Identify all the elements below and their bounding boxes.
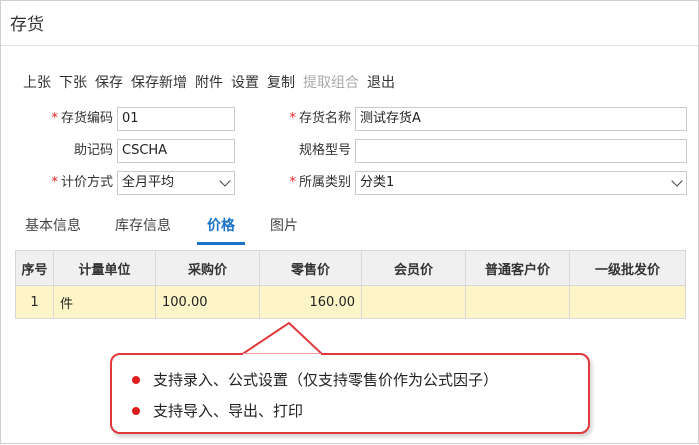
attachment-button[interactable]: 附件 xyxy=(195,72,223,94)
pricing-method-label-text: 计价方式 xyxy=(60,175,113,190)
category-label: * 所属类别 xyxy=(276,171,351,195)
spec-label: 规格型号 xyxy=(298,143,351,158)
code-label: * 存货编码 xyxy=(41,107,113,131)
category-value: 分类1 xyxy=(360,175,395,190)
required-marker: * xyxy=(289,111,296,126)
category-label-text: 所属类别 xyxy=(298,175,351,190)
spec-input[interactable] xyxy=(355,139,687,163)
price-table: 序号 计量单位 采购价 零售价 会员价 普通客户价 一级批发价 1 件 100.… xyxy=(15,250,686,319)
prev-button[interactable]: 上张 xyxy=(23,72,51,94)
column-header-unit[interactable]: 计量单位 xyxy=(53,250,156,286)
required-marker: * xyxy=(289,175,296,190)
tab-stock-info[interactable]: 库存信息 xyxy=(115,215,171,235)
inventory-window: 存货 上张 下张 保存 保存新增 附件 设置 复制 提取组合 退出 * 存货编码 … xyxy=(0,0,699,444)
settings-button[interactable]: 设置 xyxy=(231,72,259,94)
callout-item: 支持录入、公式设置（仅支持零售价作为公式因子） xyxy=(132,369,498,390)
save-and-new-button[interactable]: 保存新增 xyxy=(131,72,187,94)
cell-index: 1 xyxy=(15,285,54,319)
copy-button[interactable]: 复制 xyxy=(267,72,295,94)
mnemonic-label: 助记码 xyxy=(73,143,113,158)
name-label: * 存货名称 xyxy=(276,107,351,131)
table-header-row: 序号 计量单位 采购价 零售价 会员价 普通客户价 一级批发价 xyxy=(15,250,686,286)
callout-item-text: 支持导入、导出、打印 xyxy=(153,402,304,420)
column-header-purchase-price[interactable]: 采购价 xyxy=(155,250,260,286)
pricing-method-value: 全月平均 xyxy=(122,175,175,190)
page-title: 存货 xyxy=(10,15,44,35)
next-button[interactable]: 下张 xyxy=(59,72,87,94)
title-bar: 存货 xyxy=(1,1,698,45)
name-input[interactable]: 测试存货A xyxy=(355,107,687,131)
save-button[interactable]: 保存 xyxy=(95,72,123,94)
column-header-regular-customer-price[interactable]: 普通客户价 xyxy=(465,250,570,286)
cell-regular-customer-price[interactable] xyxy=(465,285,570,319)
tab-image[interactable]: 图片 xyxy=(270,215,298,235)
cell-purchase-price[interactable]: 100.00 xyxy=(155,285,260,319)
extract-combo-button[interactable]: 提取组合 xyxy=(303,72,359,94)
chevron-down-icon xyxy=(219,175,231,187)
cell-retail-price[interactable]: 160.00 xyxy=(259,285,362,319)
toolbar: 上张 下张 保存 保存新增 附件 设置 复制 提取组合 退出 xyxy=(23,72,403,94)
title-divider xyxy=(1,45,698,46)
name-label-text: 存货名称 xyxy=(298,111,351,126)
active-tab-indicator xyxy=(197,242,245,245)
category-select[interactable]: 分类1 xyxy=(355,171,687,195)
callout-item: 支持导入、导出、打印 xyxy=(132,400,303,421)
code-label-text: 存货编码 xyxy=(60,111,113,126)
mnemonic-input[interactable]: CSCHA xyxy=(117,139,235,163)
cell-member-price[interactable] xyxy=(361,285,466,319)
chevron-down-icon xyxy=(671,175,683,187)
cell-unit[interactable]: 件 xyxy=(53,285,156,319)
tab-basic-info[interactable]: 基本信息 xyxy=(25,215,81,235)
feature-callout: 支持录入、公式设置（仅支持零售价作为公式因子） 支持导入、导出、打印 xyxy=(110,353,590,434)
pricing-method-select[interactable]: 全月平均 xyxy=(117,171,235,195)
required-marker: * xyxy=(51,175,58,190)
table-row[interactable]: 1 件 100.00 160.00 xyxy=(15,285,686,319)
pricing-method-label: * 计价方式 xyxy=(41,171,113,195)
column-header-member-price[interactable]: 会员价 xyxy=(361,250,466,286)
bullet-icon xyxy=(132,375,140,384)
bullet-icon xyxy=(132,406,140,415)
code-input[interactable]: 01 xyxy=(117,107,235,131)
column-header-wholesale-price[interactable]: 一级批发价 xyxy=(569,250,686,286)
exit-button[interactable]: 退出 xyxy=(367,72,395,94)
callout-item-text: 支持录入、公式设置（仅支持零售价作为公式因子） xyxy=(153,371,499,389)
column-header-retail-price[interactable]: 零售价 xyxy=(259,250,362,286)
required-marker: * xyxy=(51,111,58,126)
tab-price[interactable]: 价格 xyxy=(207,215,235,235)
column-header-index[interactable]: 序号 xyxy=(15,250,54,286)
cell-wholesale-price[interactable] xyxy=(569,285,686,319)
